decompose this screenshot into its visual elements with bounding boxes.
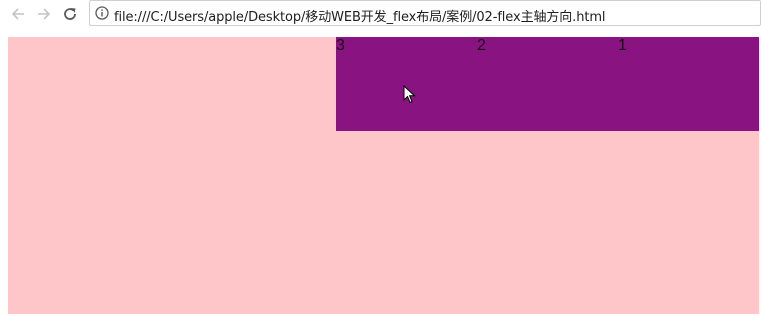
arrow-left-icon xyxy=(11,8,24,20)
back-button[interactable] xyxy=(8,4,28,24)
info-icon[interactable] xyxy=(95,6,109,20)
page-viewport: 3 2 1 xyxy=(0,30,761,314)
flex-item-1: 1 xyxy=(618,37,627,54)
arrow-right-icon xyxy=(38,8,51,20)
flex-container: 3 2 1 xyxy=(8,37,759,314)
mouse-cursor-icon xyxy=(403,85,416,104)
browser-toolbar: file:///C:/Users/apple/Desktop/移动WEB开发_f… xyxy=(0,0,761,30)
reload-button[interactable] xyxy=(60,4,80,24)
flex-item-3: 3 xyxy=(336,37,345,54)
url-text[interactable]: file:///C:/Users/apple/Desktop/移动WEB开发_f… xyxy=(114,6,606,25)
forward-button[interactable] xyxy=(34,4,54,24)
flex-row-reverse: 3 2 1 xyxy=(336,37,759,131)
flex-item-2: 2 xyxy=(477,37,486,54)
reload-icon xyxy=(64,8,76,20)
address-bar[interactable]: file:///C:/Users/apple/Desktop/移动WEB开发_f… xyxy=(89,0,761,26)
